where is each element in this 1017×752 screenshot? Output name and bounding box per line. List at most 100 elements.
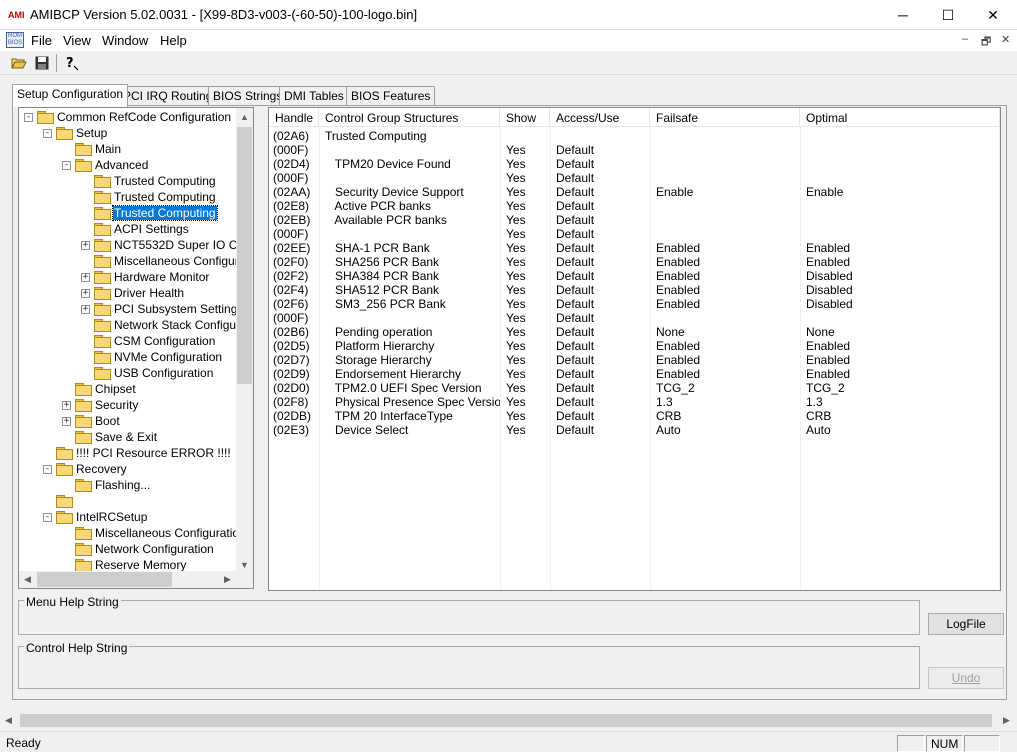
tree-item[interactable]: NVMe Configuration	[81, 349, 223, 365]
collapse-icon[interactable]: -	[43, 464, 52, 474]
table-row[interactable]: (02D9) Endorsement Hierarchy Yes Default En…	[269, 367, 1000, 381]
expand-icon[interactable]: +	[81, 272, 90, 282]
tree-item-label[interactable]: Reserve Memory	[94, 558, 187, 572]
column-optimal[interactable]: Optimal	[800, 108, 1000, 127]
table-row[interactable]: (02D4) TPM20 Device Found Yes Default	[269, 157, 1000, 171]
table-row[interactable]: (02D5) Platform Hierarchy Yes Default Enabl…	[269, 339, 1000, 353]
tree-item[interactable]: + Security	[62, 397, 139, 413]
tree-item[interactable]: Flashing...	[62, 477, 151, 493]
table-row[interactable]: (02F6) SM3_256 PCR Bank Yes Default Enabled…	[269, 297, 1000, 311]
tree-item[interactable]: ACPI Settings	[81, 221, 190, 237]
tree-item-label[interactable]: USB Configuration	[113, 366, 214, 380]
tree-item[interactable]: Miscellaneous Configurati	[81, 253, 252, 269]
scroll-right-arrow[interactable]: ▶	[219, 571, 236, 588]
menu-file[interactable]: File	[31, 33, 52, 48]
collapse-icon[interactable]: -	[24, 112, 33, 122]
open-folder-icon[interactable]	[9, 53, 29, 73]
expand-icon[interactable]: +	[81, 304, 90, 314]
tree-item-label[interactable]: Setup	[75, 126, 108, 140]
tree-item-label[interactable]: !!!! PCI Resource ERROR !!!!	[75, 446, 232, 460]
table-row[interactable]: (02EE) SHA-1 PCR Bank Yes Default Enabled En…	[269, 241, 1000, 255]
title-bar[interactable]: AMI AMIBCP Version 5.02.0031 - [X99-8D3-…	[0, 0, 1017, 30]
tree-item[interactable]	[43, 493, 77, 509]
tree-item[interactable]: + NCT5532D Super IO Con	[81, 237, 252, 253]
table-row[interactable]: (02F8) Physical Presence Spec Version Yes…	[269, 395, 1000, 409]
tree-item-label[interactable]: ACPI Settings	[113, 222, 190, 236]
column-access-use[interactable]: Access/Use	[550, 108, 650, 127]
maximize-button[interactable]: ☐	[925, 0, 971, 30]
tree-item[interactable]: Save & Exit	[62, 429, 158, 445]
table-row[interactable]: (02D0) TPM2.0 UEFI Spec Version Yes Defaul…	[269, 381, 1000, 395]
tree-item-label[interactable]: Advanced	[94, 158, 149, 172]
table-row[interactable]: (000F) Yes Default	[269, 311, 1000, 325]
tab-bios-strings[interactable]: BIOS Strings	[208, 86, 288, 106]
tree-item-label[interactable]: Security	[94, 398, 139, 412]
tree-item-label[interactable]: Common RefCode Configuration	[56, 110, 232, 124]
column-control-group[interactable]: Control Group Structures	[319, 108, 500, 127]
tree-item[interactable]: !!!! PCI Resource ERROR !!!!	[43, 445, 232, 461]
collapse-icon[interactable]: -	[43, 128, 52, 138]
tree-item-label[interactable]: Trusted Computing	[112, 205, 218, 221]
table-row[interactable]: (02F0) SHA256 PCR Bank Yes Default Enabled E…	[269, 255, 1000, 269]
expand-icon[interactable]: +	[81, 240, 90, 250]
menu-help[interactable]: Help	[160, 33, 187, 48]
tree-item[interactable]: + Hardware Monitor	[81, 269, 210, 285]
tree-item[interactable]: Main	[62, 141, 122, 157]
tree-item-label[interactable]: NCT5532D Super IO Con	[113, 238, 252, 252]
tree-item[interactable]: Trusted Computing	[81, 173, 217, 189]
table-row[interactable]: (02E8) Active PCR banks Yes Default	[269, 199, 1000, 213]
tree-vertical-scrollbar[interactable]: ▲ ▼	[236, 108, 253, 573]
tab-bios-features[interactable]: BIOS Features	[346, 86, 436, 106]
logfile-button[interactable]: LogFile	[928, 613, 1004, 635]
table-row[interactable]: (02F2) SHA384 PCR Bank Yes Default Enabled D…	[269, 269, 1000, 283]
main-scroll-right-arrow[interactable]: ▶	[998, 712, 1015, 729]
table-row[interactable]: (02A6) Trusted Computing	[269, 129, 1000, 143]
table-row[interactable]: (02EB) Available PCR banks Yes Default	[269, 213, 1000, 227]
table-row[interactable]: (02AA) Security Device Support Yes Default…	[269, 185, 1000, 199]
tree-item[interactable]: Chipset	[62, 381, 137, 397]
table-row[interactable]: (02DB) TPM 20 InterfaceType Yes Default CRB…	[269, 409, 1000, 423]
expand-icon[interactable]: +	[62, 400, 71, 410]
tree-item-label[interactable]: Save & Exit	[94, 430, 158, 444]
tree-item[interactable]: + PCI Subsystem Settings	[81, 301, 244, 317]
tree-item-label[interactable]: Chipset	[94, 382, 137, 396]
tree-item-label[interactable]: IntelRCSetup	[75, 510, 148, 524]
table-row[interactable]: (02F4) SHA512 PCR Bank Yes Default Enabled D…	[269, 283, 1000, 297]
column-show[interactable]: Show	[500, 108, 550, 127]
main-scroll-left-arrow[interactable]: ◀	[0, 712, 17, 729]
tree-hscroll-thumb[interactable]	[37, 572, 172, 587]
tree-item-label[interactable]: Main	[94, 142, 122, 156]
setup-tree[interactable]: Reserve Memory Network Configuration Misce…	[18, 107, 254, 589]
tree-item-label[interactable]: Miscellaneous Configuration	[94, 526, 247, 540]
tree-item-label[interactable]: NVMe Configuration	[113, 350, 223, 364]
tab-setup-configuration[interactable]: Setup Configuration	[12, 84, 129, 107]
table-row[interactable]: (02D7) Storage Hierarchy Yes Default Enable…	[269, 353, 1000, 367]
rom-bios-icon[interactable]: ROM BIOS	[6, 32, 24, 48]
tree-item-label[interactable]: PCI Subsystem Settings	[113, 302, 244, 316]
mdi-minimize-button[interactable]: –	[962, 33, 968, 45]
tree-item-label[interactable]: Flashing...	[94, 478, 151, 492]
tree-item[interactable]: - Common RefCode Configuration	[24, 109, 232, 125]
tree-item[interactable]: Network Configuration	[62, 541, 215, 557]
tree-item[interactable]: Trusted Computing	[81, 205, 218, 221]
table-row[interactable]: (000F) Yes Default	[269, 171, 1000, 185]
scroll-up-arrow[interactable]: ▲	[236, 108, 253, 125]
tree-item-label[interactable]: Network Stack Configurat	[113, 318, 251, 332]
tree-item[interactable]: - Recovery	[43, 461, 128, 477]
mdi-restore-button[interactable]: 🗗	[981, 33, 991, 52]
column-handle[interactable]: Handle	[269, 108, 319, 127]
tree-item-label[interactable]: Boot	[94, 414, 121, 428]
tree-item[interactable]: - IntelRCSetup	[43, 509, 148, 525]
tree-item[interactable]: Network Stack Configurat	[81, 317, 251, 333]
help-icon[interactable]: ?	[62, 53, 82, 73]
collapse-icon[interactable]: -	[62, 160, 71, 170]
tree-item-label[interactable]: Hardware Monitor	[113, 270, 210, 284]
column-failsafe[interactable]: Failsafe	[650, 108, 800, 127]
tree-item[interactable]: USB Configuration	[81, 365, 214, 381]
tree-item[interactable]: - Setup	[43, 125, 108, 141]
collapse-icon[interactable]: -	[43, 512, 52, 522]
tree-scroll-thumb[interactable]	[237, 127, 252, 384]
tab-dmi-tables[interactable]: DMI Tables	[279, 86, 349, 106]
table-row[interactable]: (000F) Yes Default	[269, 227, 1000, 241]
tree-item[interactable]: Miscellaneous Configuration	[62, 525, 247, 541]
